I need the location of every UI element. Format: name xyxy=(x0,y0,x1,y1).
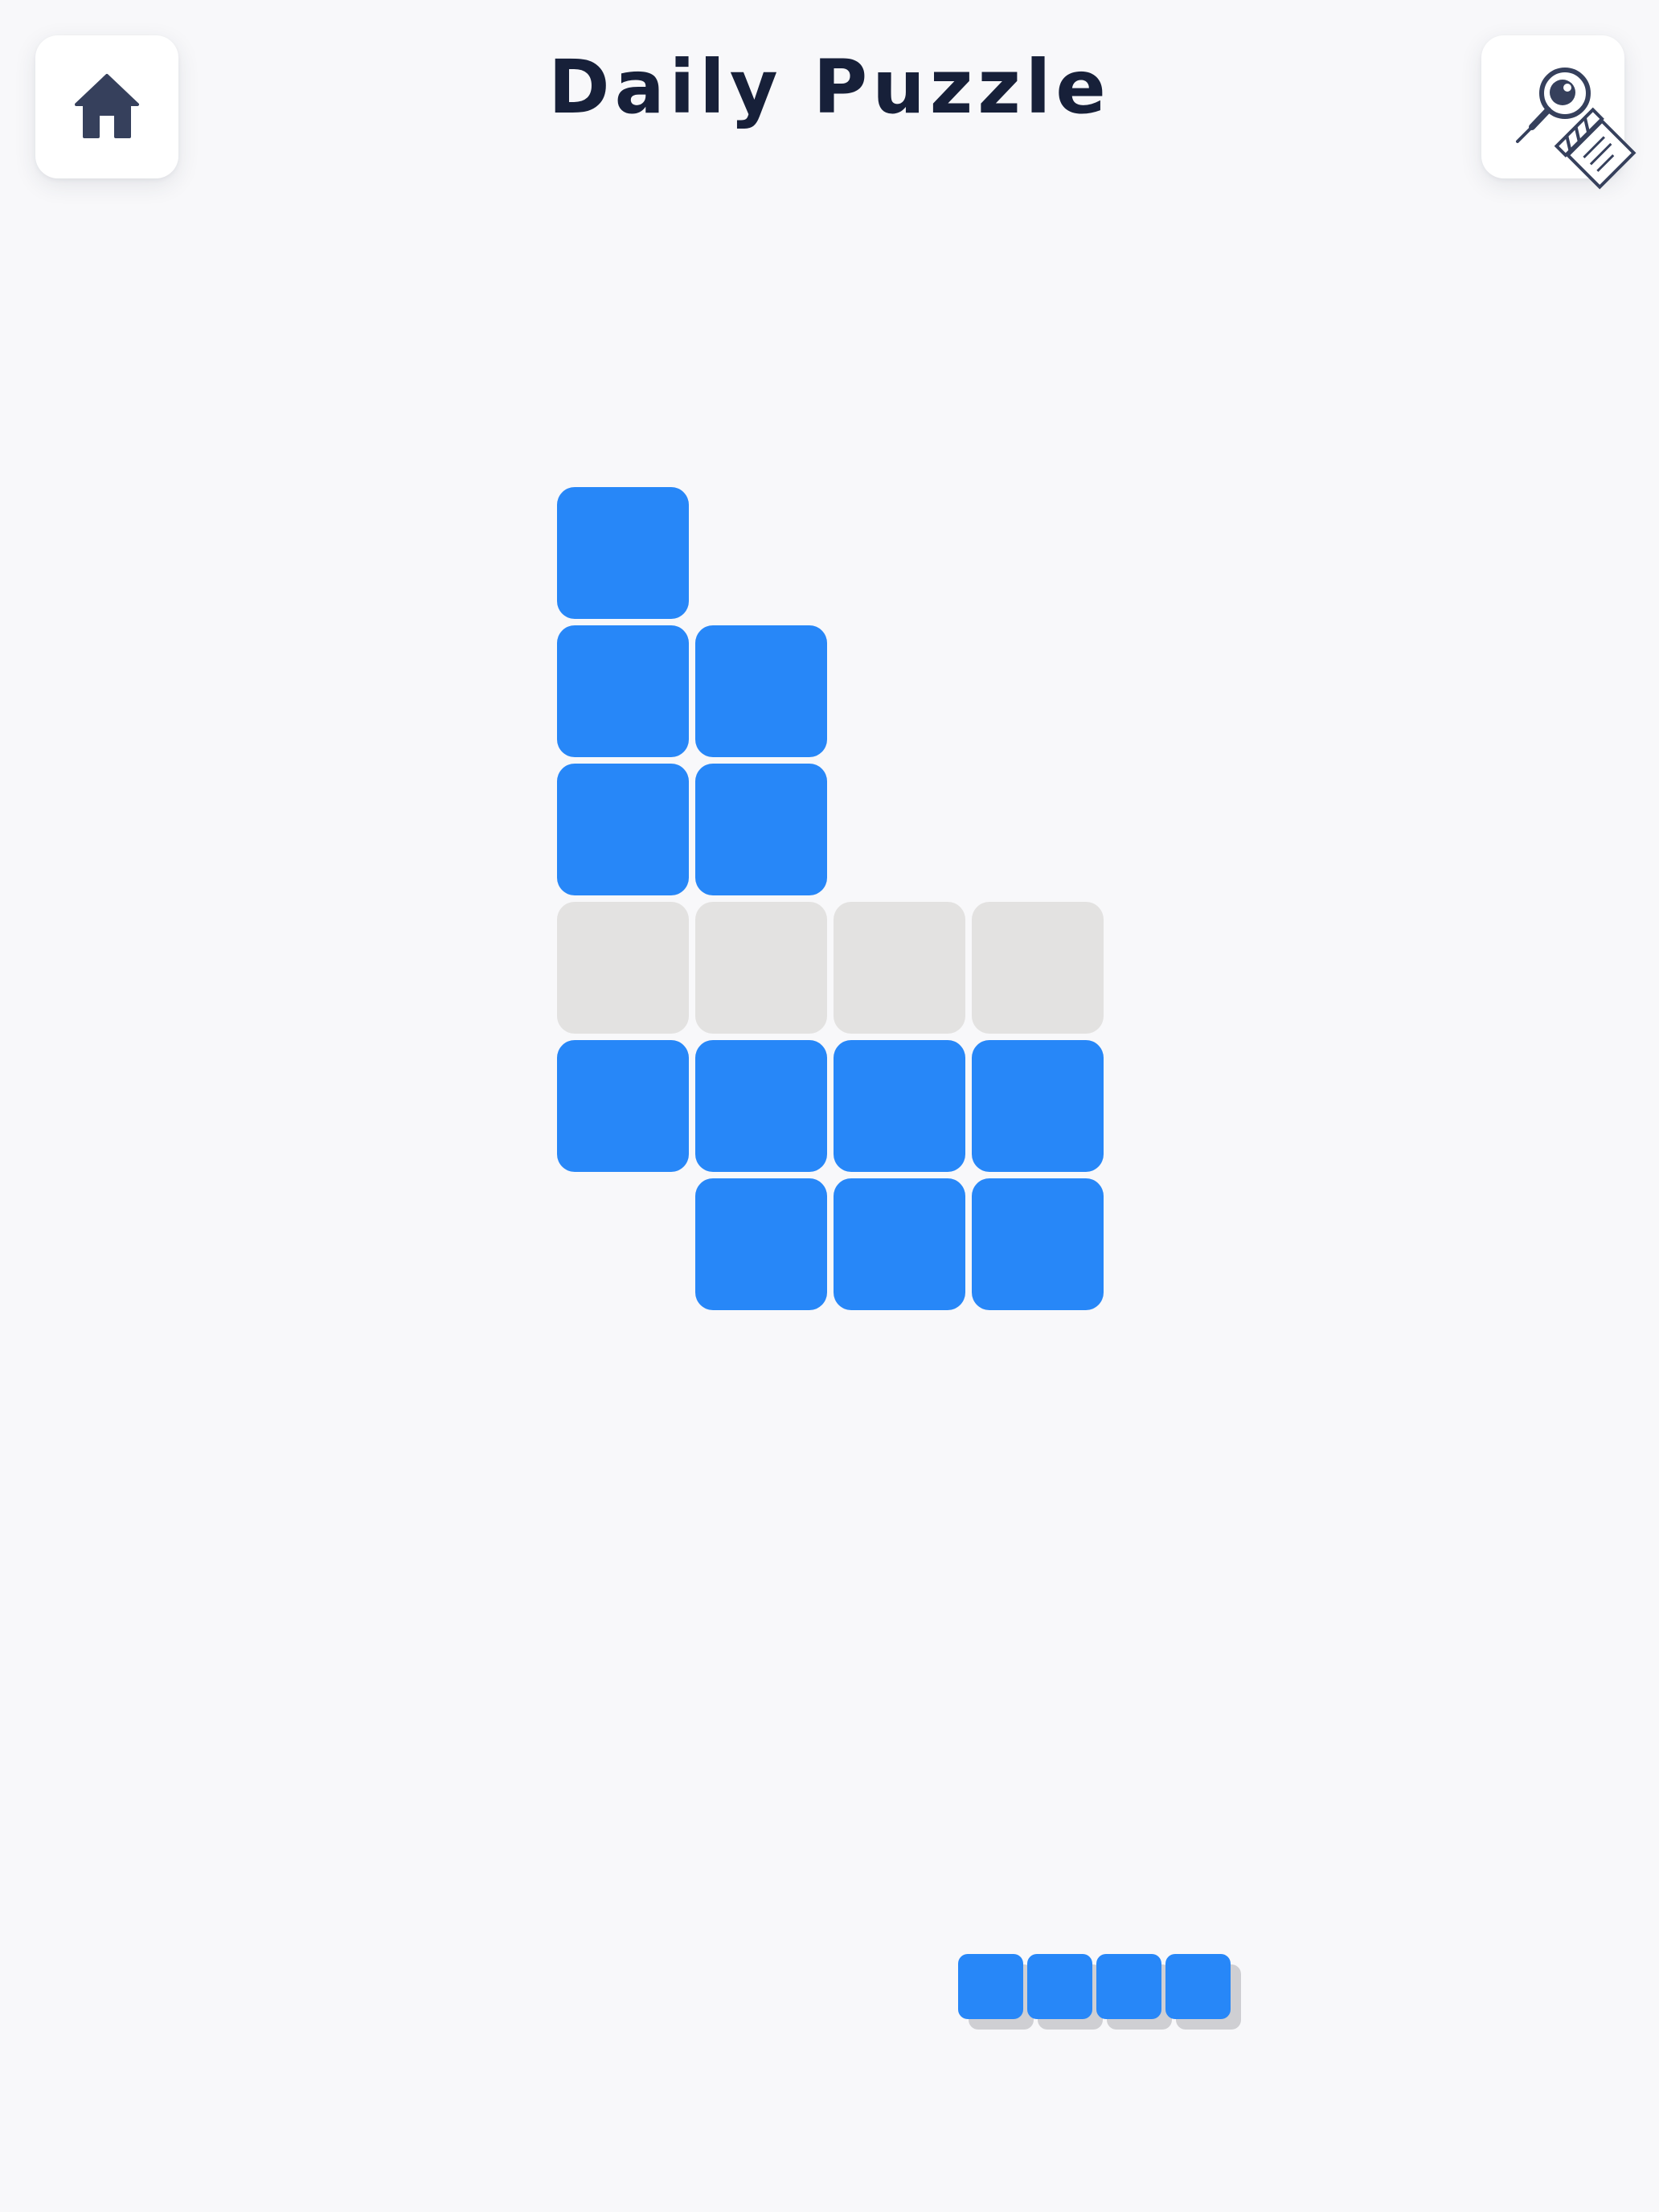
board-cell-filled[interactable] xyxy=(834,1040,965,1172)
tray-piece-cell[interactable] xyxy=(958,1954,1023,2019)
tray-piece-cell[interactable] xyxy=(1165,1954,1231,2019)
board-cell-filled[interactable] xyxy=(972,1178,1104,1310)
board-cell-filled[interactable] xyxy=(834,1178,965,1310)
magnifier-clapperboard-icon xyxy=(1481,34,1636,190)
page-title: Daily Puzzle xyxy=(548,44,1111,130)
board-cell-empty[interactable] xyxy=(695,902,827,1034)
hint-button[interactable] xyxy=(1481,34,1636,190)
puzzle-board xyxy=(0,0,1659,2212)
board-cell-filled[interactable] xyxy=(557,1040,689,1172)
board-cell-filled[interactable] xyxy=(695,764,827,895)
board-cell-filled[interactable] xyxy=(695,1178,827,1310)
board-cell-filled[interactable] xyxy=(972,1040,1104,1172)
board-cell-filled[interactable] xyxy=(695,1040,827,1172)
board-cell-filled[interactable] xyxy=(557,764,689,895)
tray-piece-cell[interactable] xyxy=(1027,1954,1092,2019)
board-cell-empty[interactable] xyxy=(834,902,965,1034)
board-cell-empty[interactable] xyxy=(557,902,689,1034)
board-cell-filled[interactable] xyxy=(557,487,689,619)
board-cell-filled[interactable] xyxy=(557,625,689,757)
tray-piece-cell[interactable] xyxy=(1096,1954,1161,2019)
board-cell-filled[interactable] xyxy=(695,625,827,757)
board-cell-empty[interactable] xyxy=(972,902,1104,1034)
tray-piece xyxy=(0,0,1659,2212)
